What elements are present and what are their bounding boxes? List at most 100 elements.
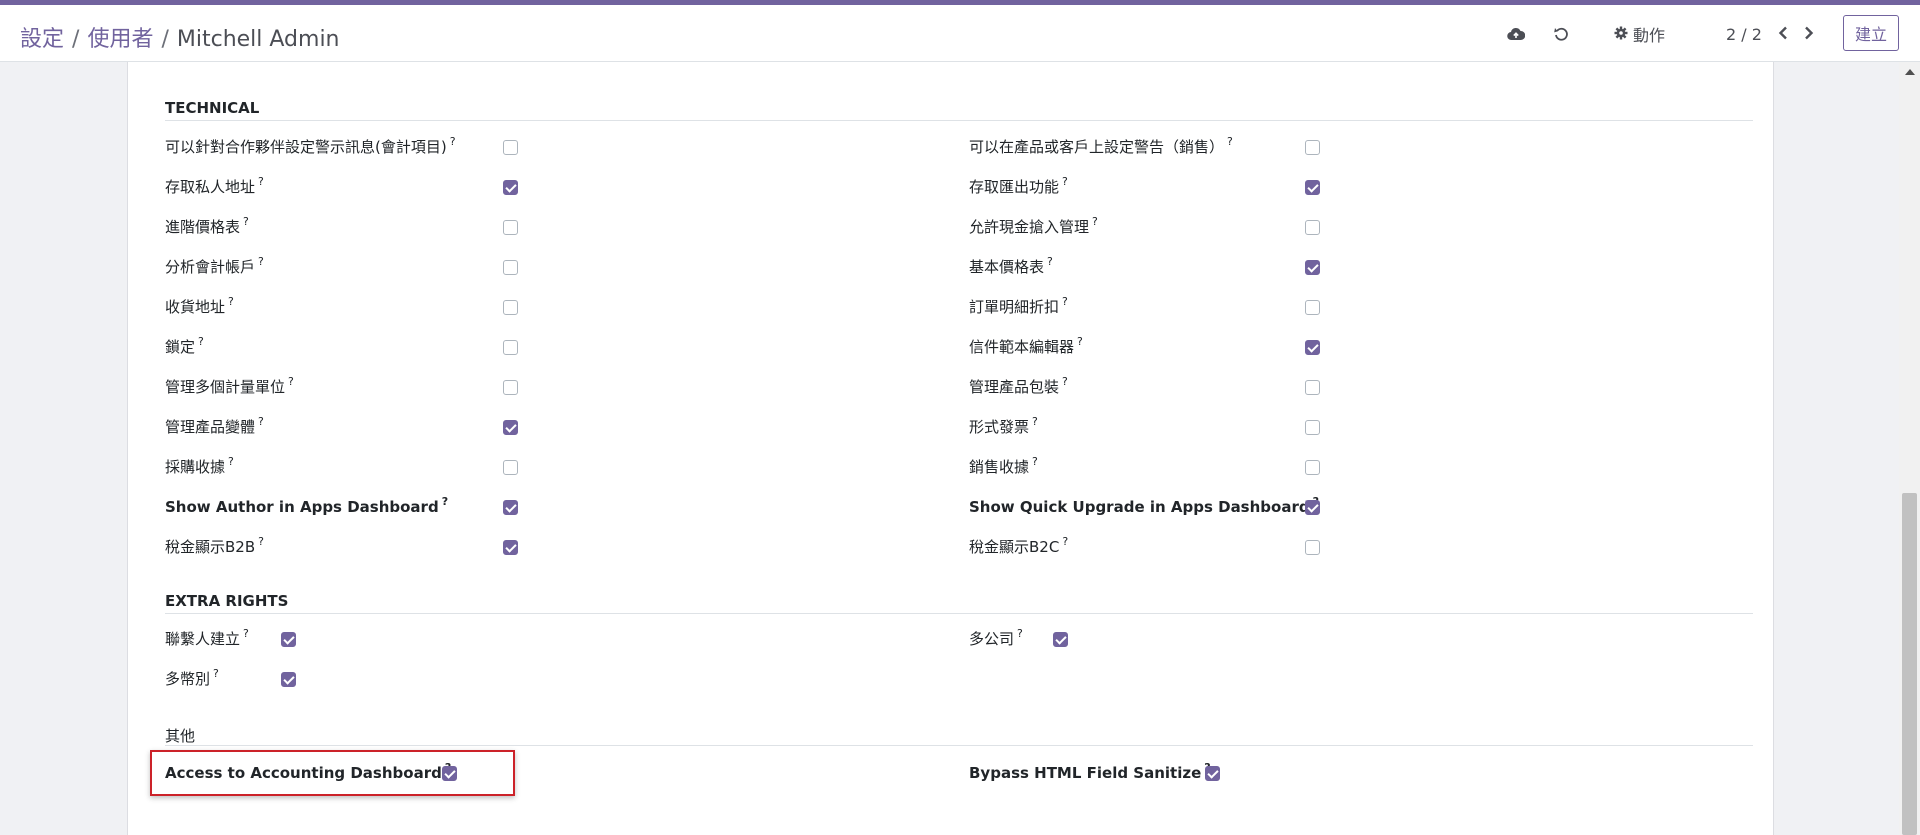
section-divider [165,745,1753,746]
section-divider [165,613,1753,614]
field-label: 分析會計帳戶? [165,255,264,276]
control-panel: 設定 / 使用者 / Mitchell Admin 動作 2 / 2 建立 [0,5,1920,62]
field-checkbox[interactable] [503,180,518,195]
field-checkbox[interactable] [503,140,518,155]
help-tooltip-icon[interactable]: ? [1062,295,1068,308]
field-checkbox[interactable] [503,260,518,275]
help-tooltip-icon[interactable]: ? [243,215,249,228]
form-sheet [127,62,1774,835]
breadcrumb: 設定 / 使用者 / Mitchell Admin [20,21,340,53]
help-tooltip-icon[interactable]: ? [1227,135,1233,148]
field-label: 採購收據? [165,455,234,476]
field-checkbox[interactable] [1053,632,1068,647]
field-checkbox[interactable] [1305,300,1320,315]
undo-icon[interactable] [1549,22,1573,46]
help-tooltip-icon[interactable]: ? [1047,255,1053,268]
action-menu-label: 動作 [1633,26,1666,45]
field-label: 管理產品變體? [165,415,264,436]
field-label: Bypass HTML Field Sanitize? [969,761,1211,784]
action-menu-button[interactable]: 動作 [1614,22,1665,46]
help-tooltip-icon[interactable]: ? [288,375,294,388]
field-checkbox[interactable] [1305,220,1320,235]
field-checkbox[interactable] [1305,420,1320,435]
help-tooltip-icon[interactable]: ? [1062,375,1068,388]
section-title-other: 其他 [165,727,196,745]
field-checkbox[interactable] [503,300,518,315]
field-checkbox[interactable] [503,340,518,355]
field-checkbox[interactable] [1205,766,1220,781]
field-checkbox[interactable] [503,380,518,395]
scroll-up-arrow-icon[interactable] [1905,69,1915,75]
field-label: 可以針對合作夥伴設定警示訊息(會計項目)? [165,135,456,156]
help-tooltip-icon[interactable]: ? [213,667,219,680]
highlight-annotation-box [150,750,515,796]
section-title-extra-rights: EXTRA RIGHTS [165,592,289,610]
breadcrumb-users-link[interactable]: 使用者 [87,27,153,52]
field-label: 進階價格表? [165,215,249,236]
help-tooltip-icon[interactable]: ? [243,627,249,640]
help-tooltip-icon[interactable]: ? [1092,215,1098,228]
pager-previous-icon[interactable] [1771,21,1795,45]
field-checkbox[interactable] [1305,140,1320,155]
field-label: Show Author in Apps Dashboard? [165,495,449,516]
help-tooltip-icon[interactable]: ? [258,535,264,548]
help-tooltip-icon[interactable]: ? [442,495,448,508]
field-checkbox[interactable] [1305,180,1320,195]
create-button[interactable]: 建立 [1843,15,1899,51]
help-tooltip-icon[interactable]: ? [1062,175,1068,188]
field-label: 收貨地址? [165,295,234,316]
breadcrumb-settings-link[interactable]: 設定 [20,27,64,52]
help-tooltip-icon[interactable]: ? [258,175,264,188]
help-tooltip-icon[interactable]: ? [1062,535,1068,548]
field-label: 多公司? [969,627,1023,648]
field-checkbox[interactable] [503,420,518,435]
field-checkbox[interactable] [281,632,296,647]
help-tooltip-icon[interactable]: ? [1032,415,1038,428]
field-label: 存取匯出功能? [969,175,1068,196]
field-label: 稅金顯示B2C? [969,535,1069,556]
field-checkbox[interactable] [1305,380,1320,395]
help-tooltip-icon[interactable]: ? [258,255,264,268]
field-checkbox[interactable] [1305,460,1320,475]
field-checkbox[interactable] [1305,540,1320,555]
field-label: 管理產品包裝? [969,375,1068,396]
field-label: 基本價格表? [969,255,1053,276]
cloud-upload-icon[interactable] [1504,22,1528,46]
pager-next-icon[interactable] [1797,21,1821,45]
field-checkbox[interactable] [1305,340,1320,355]
field-checkbox[interactable] [1305,260,1320,275]
field-checkbox[interactable] [281,672,296,687]
field-label: 多幣別? [165,667,219,688]
scrollbar-thumb[interactable] [1902,493,1917,835]
field-checkbox[interactable] [503,220,518,235]
help-tooltip-icon[interactable]: ? [258,415,264,428]
help-tooltip-icon[interactable]: ? [228,455,234,468]
breadcrumb-current: Mitchell Admin [176,27,340,52]
field-label: 允許現金搶入管理? [969,215,1098,236]
help-tooltip-icon[interactable]: ? [198,335,204,348]
field-label: 稅金顯示B2B? [165,535,264,556]
help-tooltip-icon[interactable]: ? [228,295,234,308]
field-label: 形式發票? [969,415,1038,436]
section-title-technical: TECHNICAL [165,99,260,117]
field-label: 鎖定? [165,335,204,356]
field-label: Show Quick Upgrade in Apps Dashboard? [969,495,1319,518]
field-checkbox[interactable] [1305,500,1320,515]
field-label: 信件範本編輯器? [969,335,1083,356]
help-tooltip-icon[interactable]: ? [450,135,456,148]
help-tooltip-icon[interactable]: ? [1017,627,1023,640]
field-checkbox[interactable] [503,500,518,515]
help-tooltip-icon[interactable]: ? [1077,335,1083,348]
section-divider [165,120,1753,121]
field-checkbox[interactable] [503,460,518,475]
field-label: 存取私人地址? [165,175,264,196]
field-label: 管理多個計量單位? [165,375,294,396]
help-tooltip-icon[interactable]: ? [1032,455,1038,468]
field-label: 可以在產品或客戶上設定警告（銷售）? [969,135,1233,156]
breadcrumb-separator: / [161,27,169,52]
breadcrumb-separator: / [72,27,80,52]
field-label: 聯繫人建立? [165,627,249,648]
field-checkbox[interactable] [503,540,518,555]
pager-value[interactable]: 2 / 2 [1726,25,1762,44]
field-label: 訂單明細折扣? [969,295,1068,316]
